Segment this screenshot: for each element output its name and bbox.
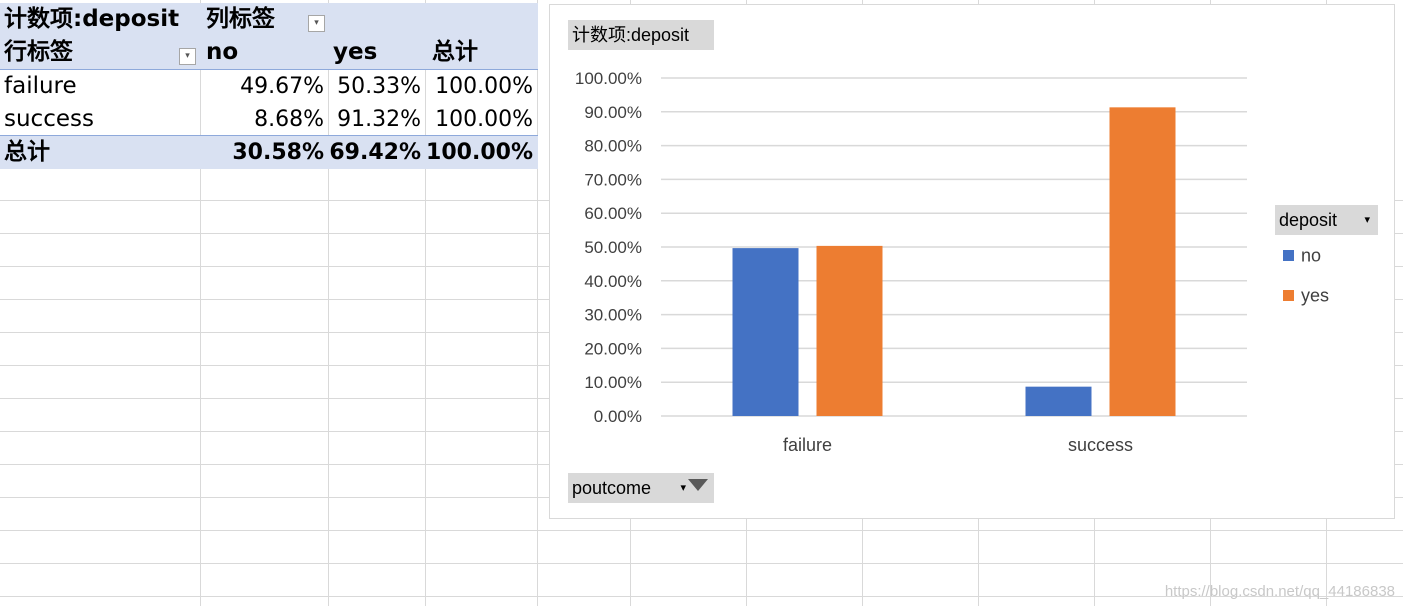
- bar-yes-failure[interactable]: [816, 245, 883, 416]
- grand-total-value: 69.42%: [329, 140, 421, 165]
- legend-field-button[interactable]: deposit ▾: [1275, 205, 1378, 235]
- column-header-total: 总计: [432, 39, 478, 65]
- cell-value: 91.32%: [337, 107, 421, 132]
- y-tick-label: 100.00%: [575, 69, 642, 88]
- y-tick-label: 50.00%: [584, 238, 642, 257]
- pivot-chart[interactable]: 计数项:deposit 0.00% 10.00% 20.00% 30.00% 40.00…: [549, 4, 1395, 519]
- watermark: https://blog.csdn.net/qq_44186838: [1164, 583, 1395, 600]
- legend-field-label: deposit: [1279, 210, 1338, 230]
- y-tick-label: 30.00%: [584, 306, 642, 325]
- column-header-no: no: [206, 39, 239, 65]
- value-field-label: 计数项:deposit: [4, 6, 180, 32]
- filter-icon: [688, 479, 708, 491]
- y-tick-label: 70.00%: [584, 170, 642, 189]
- grand-total-label: 总计: [4, 139, 50, 165]
- cell-value: 100.00%: [435, 74, 533, 99]
- bar-chart-plot: 0.00% 10.00% 20.00% 30.00% 40.00% 50.00% 60.00…: [575, 69, 1247, 455]
- legend-label: no: [1301, 245, 1322, 266]
- cell-value: 8.68%: [254, 107, 324, 132]
- cell-value: 50.33%: [337, 74, 421, 99]
- filter-icon: ▾: [185, 51, 190, 61]
- pivot-row-failure[interactable]: failure 49.67% 50.33% 100.00%: [0, 70, 538, 103]
- chevron-down-icon: ▾: [680, 482, 686, 494]
- cell-value: 100.00%: [435, 107, 533, 132]
- column-labels-header: 列标签: [206, 6, 275, 32]
- pivot-grand-total-row[interactable]: 总计 30.58% 69.42% 100.00%: [0, 135, 538, 169]
- legend-label: yes: [1301, 285, 1330, 306]
- bar-no-success[interactable]: [1025, 386, 1092, 416]
- y-tick-label: 0.00%: [594, 407, 642, 426]
- row-label: failure: [4, 73, 77, 99]
- y-tick-label: 80.00%: [584, 137, 642, 156]
- pivot-header-row-2: 行标签 ▾ no yes 总计: [0, 36, 538, 70]
- axis-field-label: poutcome: [572, 478, 652, 498]
- column-filter-dropdown-button[interactable]: ▾: [308, 15, 325, 32]
- row-label: success: [4, 106, 94, 132]
- y-tick-label: 90.00%: [584, 103, 642, 122]
- grand-total-value: 30.58%: [232, 140, 324, 165]
- bar-no-failure[interactable]: [732, 248, 799, 416]
- y-tick-label: 20.00%: [584, 339, 642, 358]
- column-header-yes: yes: [333, 39, 378, 65]
- legend-swatch: [1283, 290, 1294, 301]
- y-tick-label: 10.00%: [584, 373, 642, 392]
- grand-total-value: 100.00%: [426, 140, 533, 165]
- legend-swatch: [1283, 250, 1294, 261]
- legend-item-yes[interactable]: yes: [1283, 285, 1330, 306]
- y-tick-label: 40.00%: [584, 272, 642, 291]
- pivot-row-success[interactable]: success 8.68% 91.32% 100.00%: [0, 103, 538, 136]
- axis-field-button[interactable]: poutcome ▾: [568, 473, 714, 503]
- y-tick-label: 60.00%: [584, 204, 642, 223]
- row-filter-button[interactable]: ▾: [179, 48, 196, 65]
- cell-value: 49.67%: [240, 74, 324, 99]
- row-labels-header: 行标签: [4, 39, 73, 65]
- legend-item-no[interactable]: no: [1283, 245, 1322, 266]
- x-tick-label: success: [1068, 435, 1133, 455]
- bar-yes-success[interactable]: [1109, 107, 1176, 416]
- chevron-down-icon: ▾: [314, 18, 319, 28]
- x-tick-label: failure: [783, 435, 832, 455]
- chevron-down-icon: ▾: [1364, 214, 1370, 226]
- pivot-header-row-1: 计数项:deposit 列标签 ▾: [0, 3, 538, 36]
